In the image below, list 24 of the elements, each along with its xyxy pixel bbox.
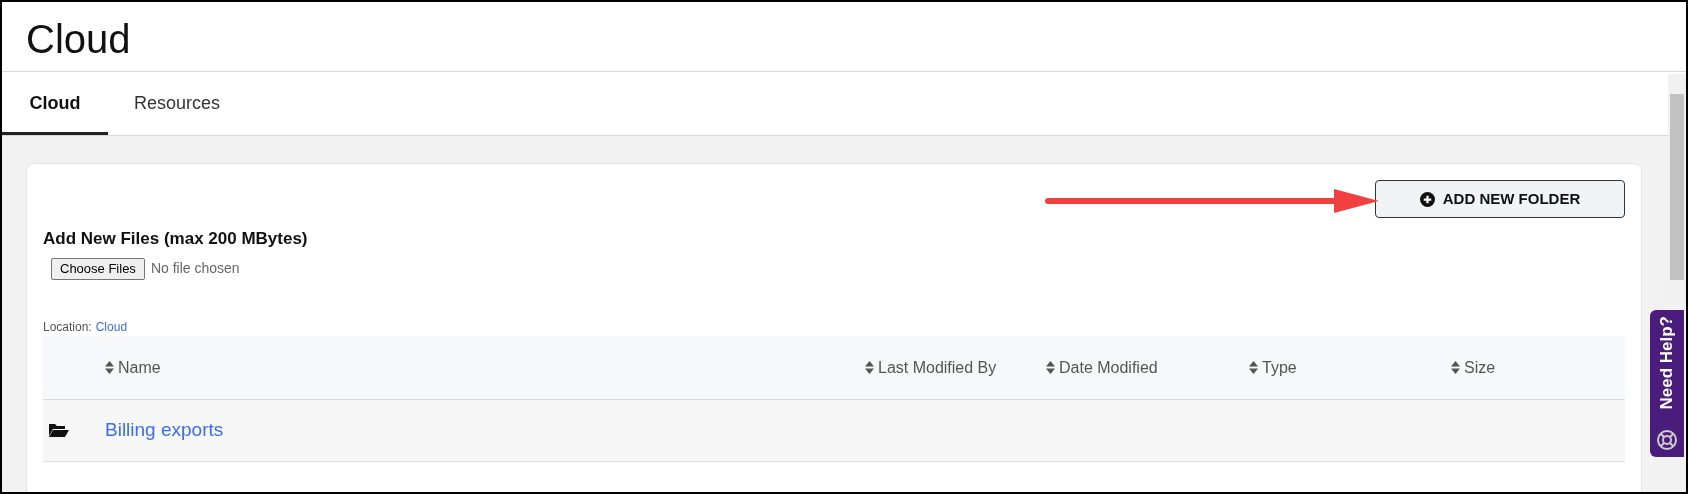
file-status: No file chosen	[150, 259, 240, 278]
column-header[interactable]: Name	[105, 355, 161, 380]
column-header[interactable]: Type	[1249, 355, 1297, 380]
column-header[interactable]: Size	[1451, 355, 1496, 380]
folder-link[interactable]: Billing exports	[105, 415, 224, 445]
choose-files-button[interactable]: Choose Files	[51, 257, 145, 280]
sort-icon	[1451, 361, 1460, 374]
column-header[interactable]: Date Modified	[1046, 355, 1158, 380]
lifebuoy-icon	[1656, 429, 1678, 451]
folder-icon	[49, 423, 69, 437]
sort-icon	[1046, 361, 1055, 374]
sort-icon	[105, 361, 114, 374]
location-label: Location:	[43, 318, 92, 336]
upload-heading: Add New Files (max 200 MBytes)	[43, 228, 308, 250]
add-folder-button[interactable]: ADD NEW FOLDER	[1375, 180, 1625, 218]
sort-icon	[865, 361, 874, 374]
help-tab[interactable]: Need Help?	[1650, 310, 1684, 457]
plus-circle-icon	[1419, 191, 1435, 207]
page-title: Cloud	[26, 15, 131, 63]
column-header[interactable]: Last Modified By	[865, 355, 997, 380]
scrollbar-thumb[interactable]	[1670, 94, 1684, 280]
tab[interactable]: Resources	[108, 72, 247, 135]
sort-icon	[1249, 361, 1258, 374]
location-link[interactable]: Cloud	[95, 317, 128, 336]
